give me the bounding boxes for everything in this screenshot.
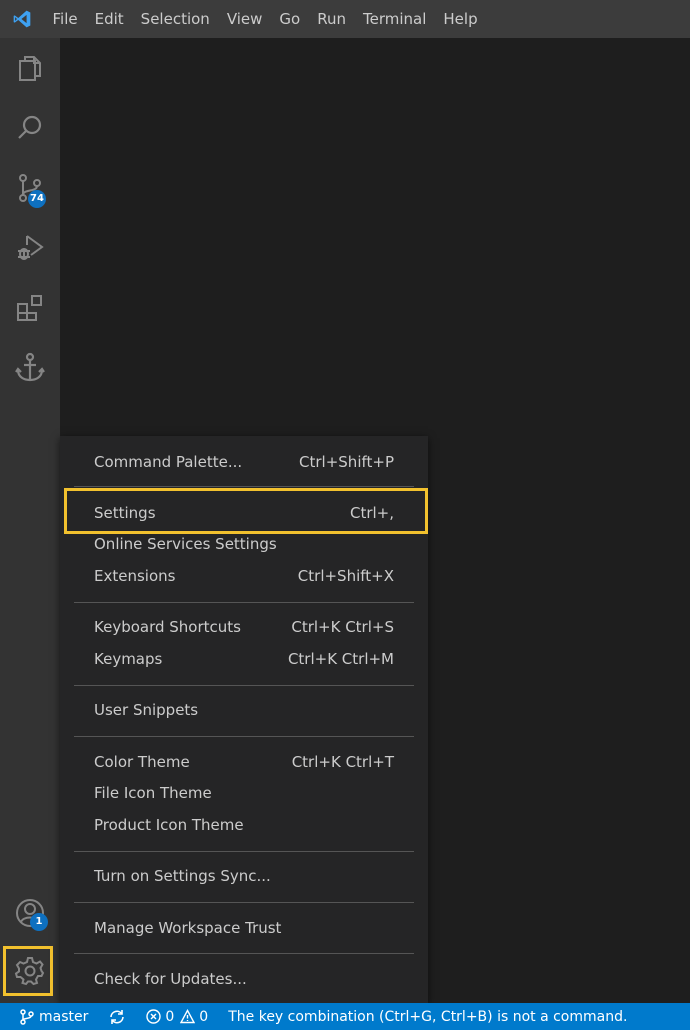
menu-view[interactable]: View [218, 0, 271, 38]
source-control-badge: 74 [28, 190, 46, 208]
vscode-logo-icon [0, 0, 44, 38]
menu-item-shortcut: Ctrl+K Ctrl+S [291, 618, 394, 636]
activity-accounts[interactable]: 1 [0, 885, 60, 941]
status-bar: master 0 0 The key combination (Ctrl+G, … [0, 1003, 690, 1030]
menu-item-shortcut: Ctrl+K Ctrl+T [291, 753, 394, 771]
menu-item-color-theme[interactable]: Color Theme Ctrl+K Ctrl+T [74, 747, 414, 777]
status-message: The key combination (Ctrl+G, Ctrl+B) is … [208, 1003, 627, 1030]
menu-item-label: Color Theme [94, 753, 190, 771]
branch-name: master [39, 1008, 89, 1025]
menu-edit[interactable]: Edit [86, 0, 132, 38]
search-icon [18, 115, 42, 139]
menu-item-label: Turn on Settings Sync... [94, 867, 271, 885]
activity-search[interactable] [0, 100, 60, 156]
menu-go[interactable]: Go [271, 0, 309, 38]
error-count: 0 [165, 1008, 175, 1025]
menu-item-label: Keymaps [94, 650, 163, 668]
activity-run-debug[interactable] [0, 220, 60, 276]
files-icon [19, 56, 41, 81]
menu-item-command-palette[interactable]: Command Palette... Ctrl+Shift+P [74, 447, 414, 477]
menu-item-label: Keyboard Shortcuts [94, 618, 241, 636]
menu-item-keyboard-shortcuts[interactable]: Keyboard Shortcuts Ctrl+K Ctrl+S [74, 612, 414, 642]
debug-icon [18, 235, 44, 260]
status-sync[interactable] [88, 1003, 126, 1030]
menu-item-label: File Icon Theme [94, 784, 212, 802]
sync-icon [110, 1009, 125, 1024]
manage-highlight-box [3, 946, 53, 996]
manage-context-menu: Command Palette... Ctrl+Shift+P Settings… [60, 436, 428, 1003]
activity-anchor[interactable] [0, 340, 60, 396]
menu-item-shortcut: Ctrl+K Ctrl+M [287, 650, 394, 668]
status-branch[interactable]: master [0, 1003, 88, 1030]
error-icon [146, 1009, 162, 1024]
menu-item-file-icon-theme[interactable]: File Icon Theme [74, 778, 414, 808]
menu-selection[interactable]: Selection [132, 0, 218, 38]
menu-help[interactable]: Help [435, 0, 486, 38]
menu-separator [74, 486, 414, 487]
menu-separator [74, 736, 414, 737]
menu-item-user-snippets[interactable]: User Snippets [74, 695, 414, 725]
menu-separator [74, 953, 414, 954]
menu-item-label: Manage Workspace Trust [94, 919, 282, 937]
menu-item-keymaps[interactable]: Keymaps Ctrl+K Ctrl+M [74, 644, 414, 674]
menu-item-online-services-settings[interactable]: Online Services Settings [74, 529, 414, 559]
branch-icon [20, 1008, 34, 1025]
menu-item-extensions[interactable]: Extensions Ctrl+Shift+X [74, 561, 414, 591]
menu-item-product-icon-theme[interactable]: Product Icon Theme [74, 810, 414, 840]
menu-terminal[interactable]: Terminal [355, 0, 435, 38]
menu-item-label: Check for Updates... [94, 970, 247, 988]
warning-icon [180, 1009, 196, 1024]
activity-extensions[interactable] [0, 280, 60, 336]
menu-item-label: Product Icon Theme [94, 816, 244, 834]
menu-run[interactable]: Run [309, 0, 355, 38]
menu-separator [74, 851, 414, 852]
menu-item-check-for-updates[interactable]: Check for Updates... [74, 964, 414, 994]
activity-bar: 74 1 [0, 38, 60, 1003]
extensions-icon [17, 295, 42, 321]
settings-highlight-box [64, 488, 428, 534]
menu-item-label: Online Services Settings [94, 535, 277, 553]
menu-file[interactable]: File [44, 0, 86, 38]
warning-count: 0 [199, 1008, 209, 1025]
menu-item-manage-workspace-trust[interactable]: Manage Workspace Trust [74, 913, 414, 943]
anchor-icon [15, 352, 45, 382]
menu-item-settings-sync[interactable]: Turn on Settings Sync... [74, 861, 414, 891]
menu-separator [74, 602, 414, 603]
status-problems[interactable]: 0 0 [126, 1003, 208, 1030]
menu-separator [74, 902, 414, 903]
menu-bar: File Edit Selection View Go Run Terminal… [44, 0, 486, 38]
accounts-badge: 1 [30, 913, 48, 931]
menu-item-shortcut: Ctrl+Shift+P [299, 453, 394, 471]
menu-item-label: Command Palette... [94, 453, 243, 471]
title-bar: File Edit Selection View Go Run Terminal… [0, 0, 690, 38]
activity-explorer[interactable] [0, 40, 60, 96]
menu-item-label: Extensions [94, 567, 176, 585]
activity-source-control[interactable]: 74 [0, 160, 60, 216]
menu-separator [74, 685, 414, 686]
menu-item-label: User Snippets [94, 701, 199, 719]
menu-item-shortcut: Ctrl+Shift+X [297, 567, 394, 585]
status-message-text: The key combination (Ctrl+G, Ctrl+B) is … [228, 1008, 628, 1025]
